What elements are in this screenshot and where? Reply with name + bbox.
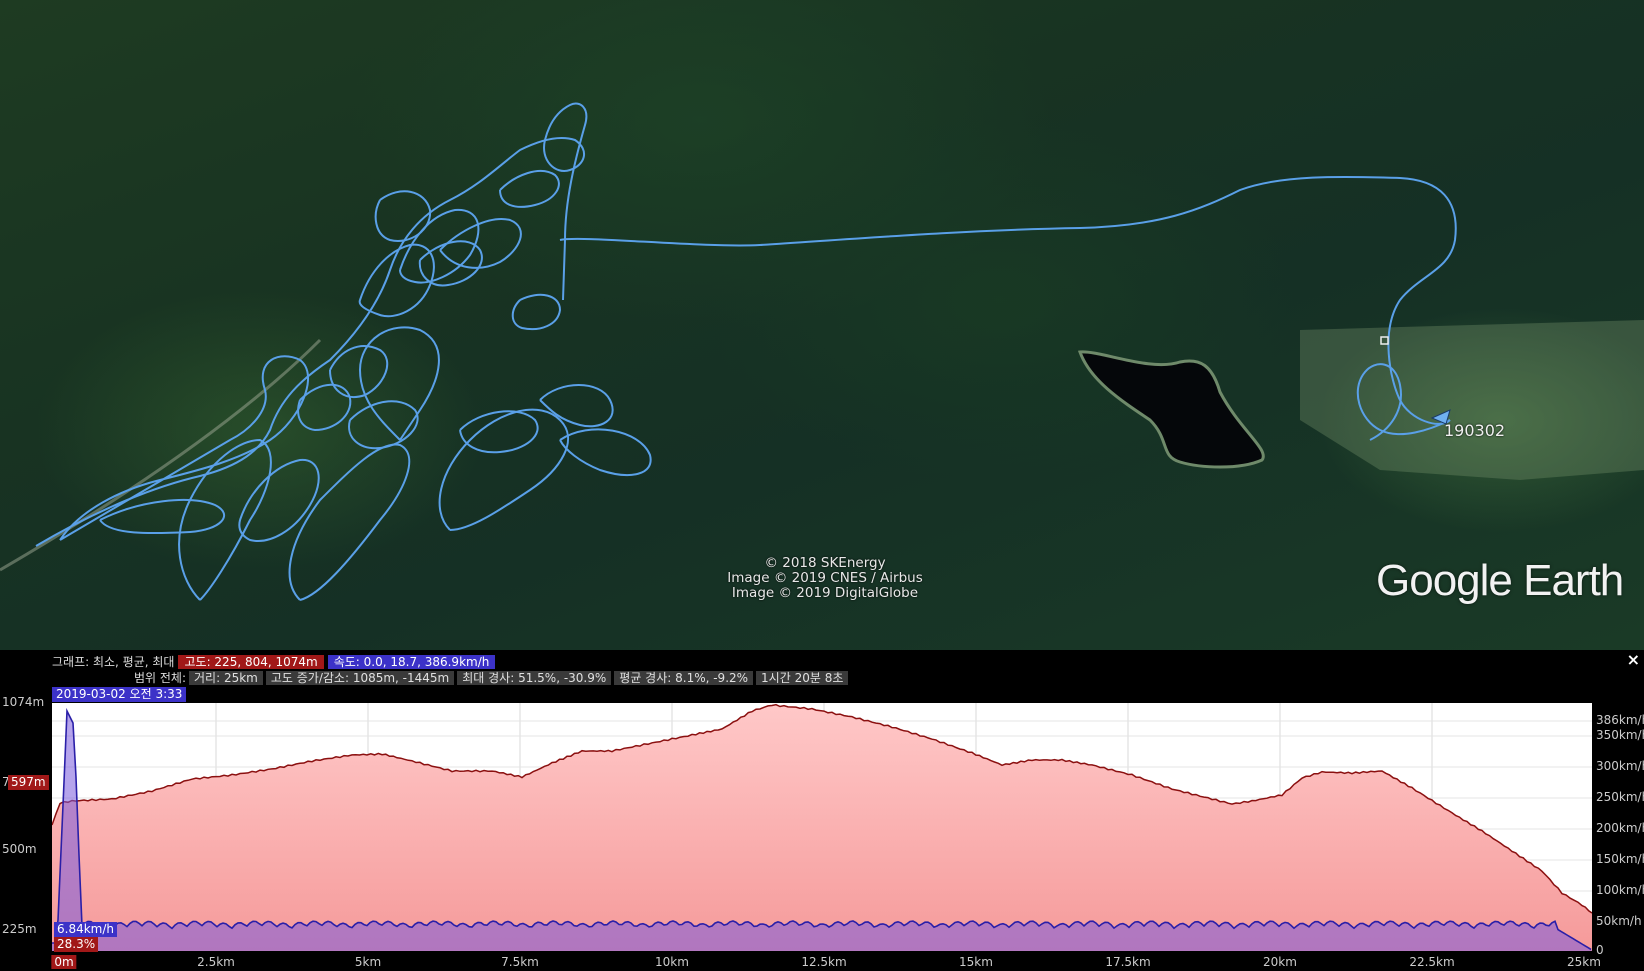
range-label: 범위 전체: <box>133 671 186 685</box>
x-tick: 5km <box>354 955 382 969</box>
placemark-label[interactable]: 190302 <box>1444 421 1505 440</box>
x-tick: 7.5km <box>501 955 539 969</box>
x-tick: 15km <box>959 955 993 969</box>
flight-track <box>35 102 1457 601</box>
credit-line: Image © 2019 CNES / Airbus <box>727 570 923 586</box>
road <box>0 338 322 572</box>
credit-line: © 2018 SKEnergy <box>764 555 886 571</box>
cursor-altitude-marker: 597m <box>8 775 49 790</box>
close-icon[interactable]: × <box>1627 650 1640 669</box>
earth-map-view[interactable]: © 2018 SKEnergy Image © 2019 CNES / Airb… <box>0 0 1644 650</box>
climb-stat: 고도 증가/감소: 1085m, -1445m <box>265 671 455 685</box>
y-right-tick: 250km/h <box>1596 790 1644 804</box>
credit-line: Image © 2019 DigitalGlobe <box>731 585 919 601</box>
duration-stat: 1시간 20분 8초 <box>756 671 849 685</box>
profile-stats-row: 그래프: 최소, 평균, 최대 고도: 225, 804, 1074m 속도: 0.… <box>52 653 496 670</box>
village-area <box>1300 320 1644 480</box>
max-slope-stat: 최대 경사: 51.5%, -30.9% <box>457 671 612 685</box>
y-left-tick: 225m <box>2 922 37 936</box>
x-tick: 25km <box>1567 955 1601 969</box>
elevation-profile-panel: 그래프: 최소, 평균, 최대 고도: 225, 804, 1074m 속도: 0.… <box>0 650 1644 971</box>
profile-plot-area[interactable] <box>51 703 1593 951</box>
x-tick: 20km <box>1263 955 1297 969</box>
y-right-tick: 300km/h <box>1596 759 1644 773</box>
distance-stat: 거리: 25km <box>189 671 263 685</box>
x-tick: 0m <box>51 955 77 969</box>
x-tick: 2.5km <box>197 955 235 969</box>
map-overlay <box>0 102 1644 601</box>
x-tick: 17.5km <box>1105 955 1151 969</box>
altitude-area <box>52 704 1592 951</box>
cursor-speed-marker: 6.84km/h <box>54 922 118 937</box>
y-right-tick: 100km/h <box>1596 883 1644 897</box>
x-tick: 12.5km <box>801 955 847 969</box>
altitude-stats-toggle[interactable]: 고도: 225, 804, 1074m <box>178 655 324 669</box>
y-right-tick: 150km/h <box>1596 852 1644 866</box>
y-left-tick: 500m <box>2 842 37 856</box>
y-left-tick: 1074m <box>2 695 45 709</box>
speed-stats-toggle[interactable]: 속도: 0.0, 18.7, 386.9km/h <box>327 655 496 669</box>
avg-slope-stat: 평균 경사: 8.1%, -9.2% <box>614 671 754 685</box>
range-stats-row: 범위 전체: 거리: 25km 고도 증가/감소: 1085m, -1445m 최대 … <box>52 669 849 686</box>
reservoir <box>1077 350 1265 469</box>
google-earth-logo: Google Earth <box>1376 556 1624 605</box>
x-tick: 22.5km <box>1409 955 1455 969</box>
profile-chart <box>51 703 1593 951</box>
x-tick: 10km <box>655 955 689 969</box>
y-right-tick: 350km/h <box>1596 728 1644 742</box>
graph-label: 그래프: 최소, 평균, 최대 <box>52 655 175 669</box>
cursor-slope-marker: 28.3% <box>54 937 99 952</box>
imagery-credits: © 2018 SKEnergy Image © 2019 CNES / Airb… <box>660 556 990 601</box>
y-right-tick: 200km/h <box>1596 821 1644 835</box>
y-right-tick: 50km/h <box>1596 914 1642 928</box>
y-right-tick: 386km/h <box>1596 713 1644 727</box>
cursor-datetime: 2019-03-02 오전 3:33 <box>52 687 187 702</box>
